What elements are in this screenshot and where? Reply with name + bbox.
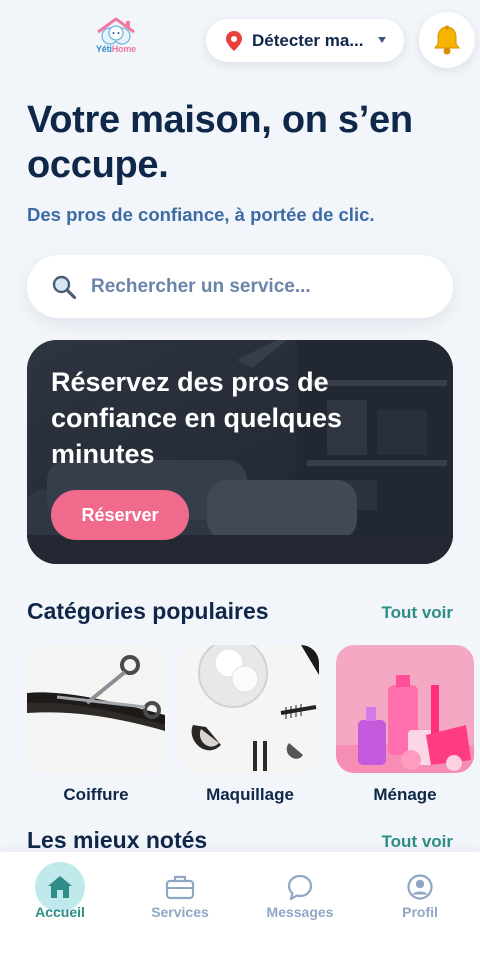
nav-label-accueil: Accueil: [35, 904, 85, 920]
search-placeholder: Rechercher un service...: [91, 275, 311, 297]
pin-icon: [226, 30, 242, 51]
nav-item-services[interactable]: Services: [120, 852, 240, 960]
category-label-maquillage: Maquillage: [206, 785, 294, 804]
banner-text: Réservez des pros de confiance en quelqu…: [51, 367, 343, 469]
nav-item-messages[interactable]: Messages: [240, 852, 360, 960]
search-input[interactable]: Rechercher un service...: [27, 255, 453, 318]
reserve-button[interactable]: Réserver: [51, 490, 189, 540]
category-card-maquillage[interactable]: [181, 645, 319, 773]
promo-banner: Réservez des pros de confiance en quelqu…: [27, 340, 453, 564]
category-image-coiffure: [27, 645, 165, 773]
page-title: Votre maison, on s’en occupe.: [27, 99, 413, 186]
category-label-menage: Ménage: [373, 785, 437, 804]
categories-see-all-link[interactable]: Tout voir: [382, 603, 453, 623]
category-image-menage: [336, 645, 474, 773]
categories-title: Catégories populaires: [27, 598, 269, 624]
category-label-coiffure: Coiffure: [63, 785, 129, 804]
location-selector[interactable]: Détecter ma...: [206, 19, 404, 62]
nav-label-services: Services: [151, 904, 209, 920]
category-card-coiffure[interactable]: [27, 645, 165, 773]
notifications-button[interactable]: [419, 12, 475, 68]
location-label: Détecter ma...: [252, 30, 364, 50]
page-subtitle: Des pros de confiance, à portée de clic.: [27, 204, 375, 225]
top-rated-title: Les mieux notés: [27, 827, 208, 853]
chat-icon: [287, 874, 313, 901]
bottom-navigation: Accueil Services Messages Profil: [0, 852, 480, 960]
logo-text: YétiHome: [96, 44, 136, 54]
logo-house-icon: [97, 17, 135, 45]
category-card-menage[interactable]: [336, 645, 474, 773]
category-image-maquillage: [181, 645, 319, 773]
top-rated-see-all-link[interactable]: Tout voir: [382, 832, 453, 852]
profile-icon: [407, 874, 433, 900]
search-icon: [52, 275, 77, 299]
briefcase-icon: [165, 875, 195, 900]
home-icon: [48, 876, 72, 898]
nav-item-accueil[interactable]: Accueil: [0, 852, 120, 960]
nav-label-profil: Profil: [402, 904, 438, 920]
caret-down-icon: [378, 37, 386, 43]
nav-item-profil[interactable]: Profil: [360, 852, 480, 960]
nav-label-messages: Messages: [266, 904, 334, 920]
bell-icon: [434, 25, 460, 55]
